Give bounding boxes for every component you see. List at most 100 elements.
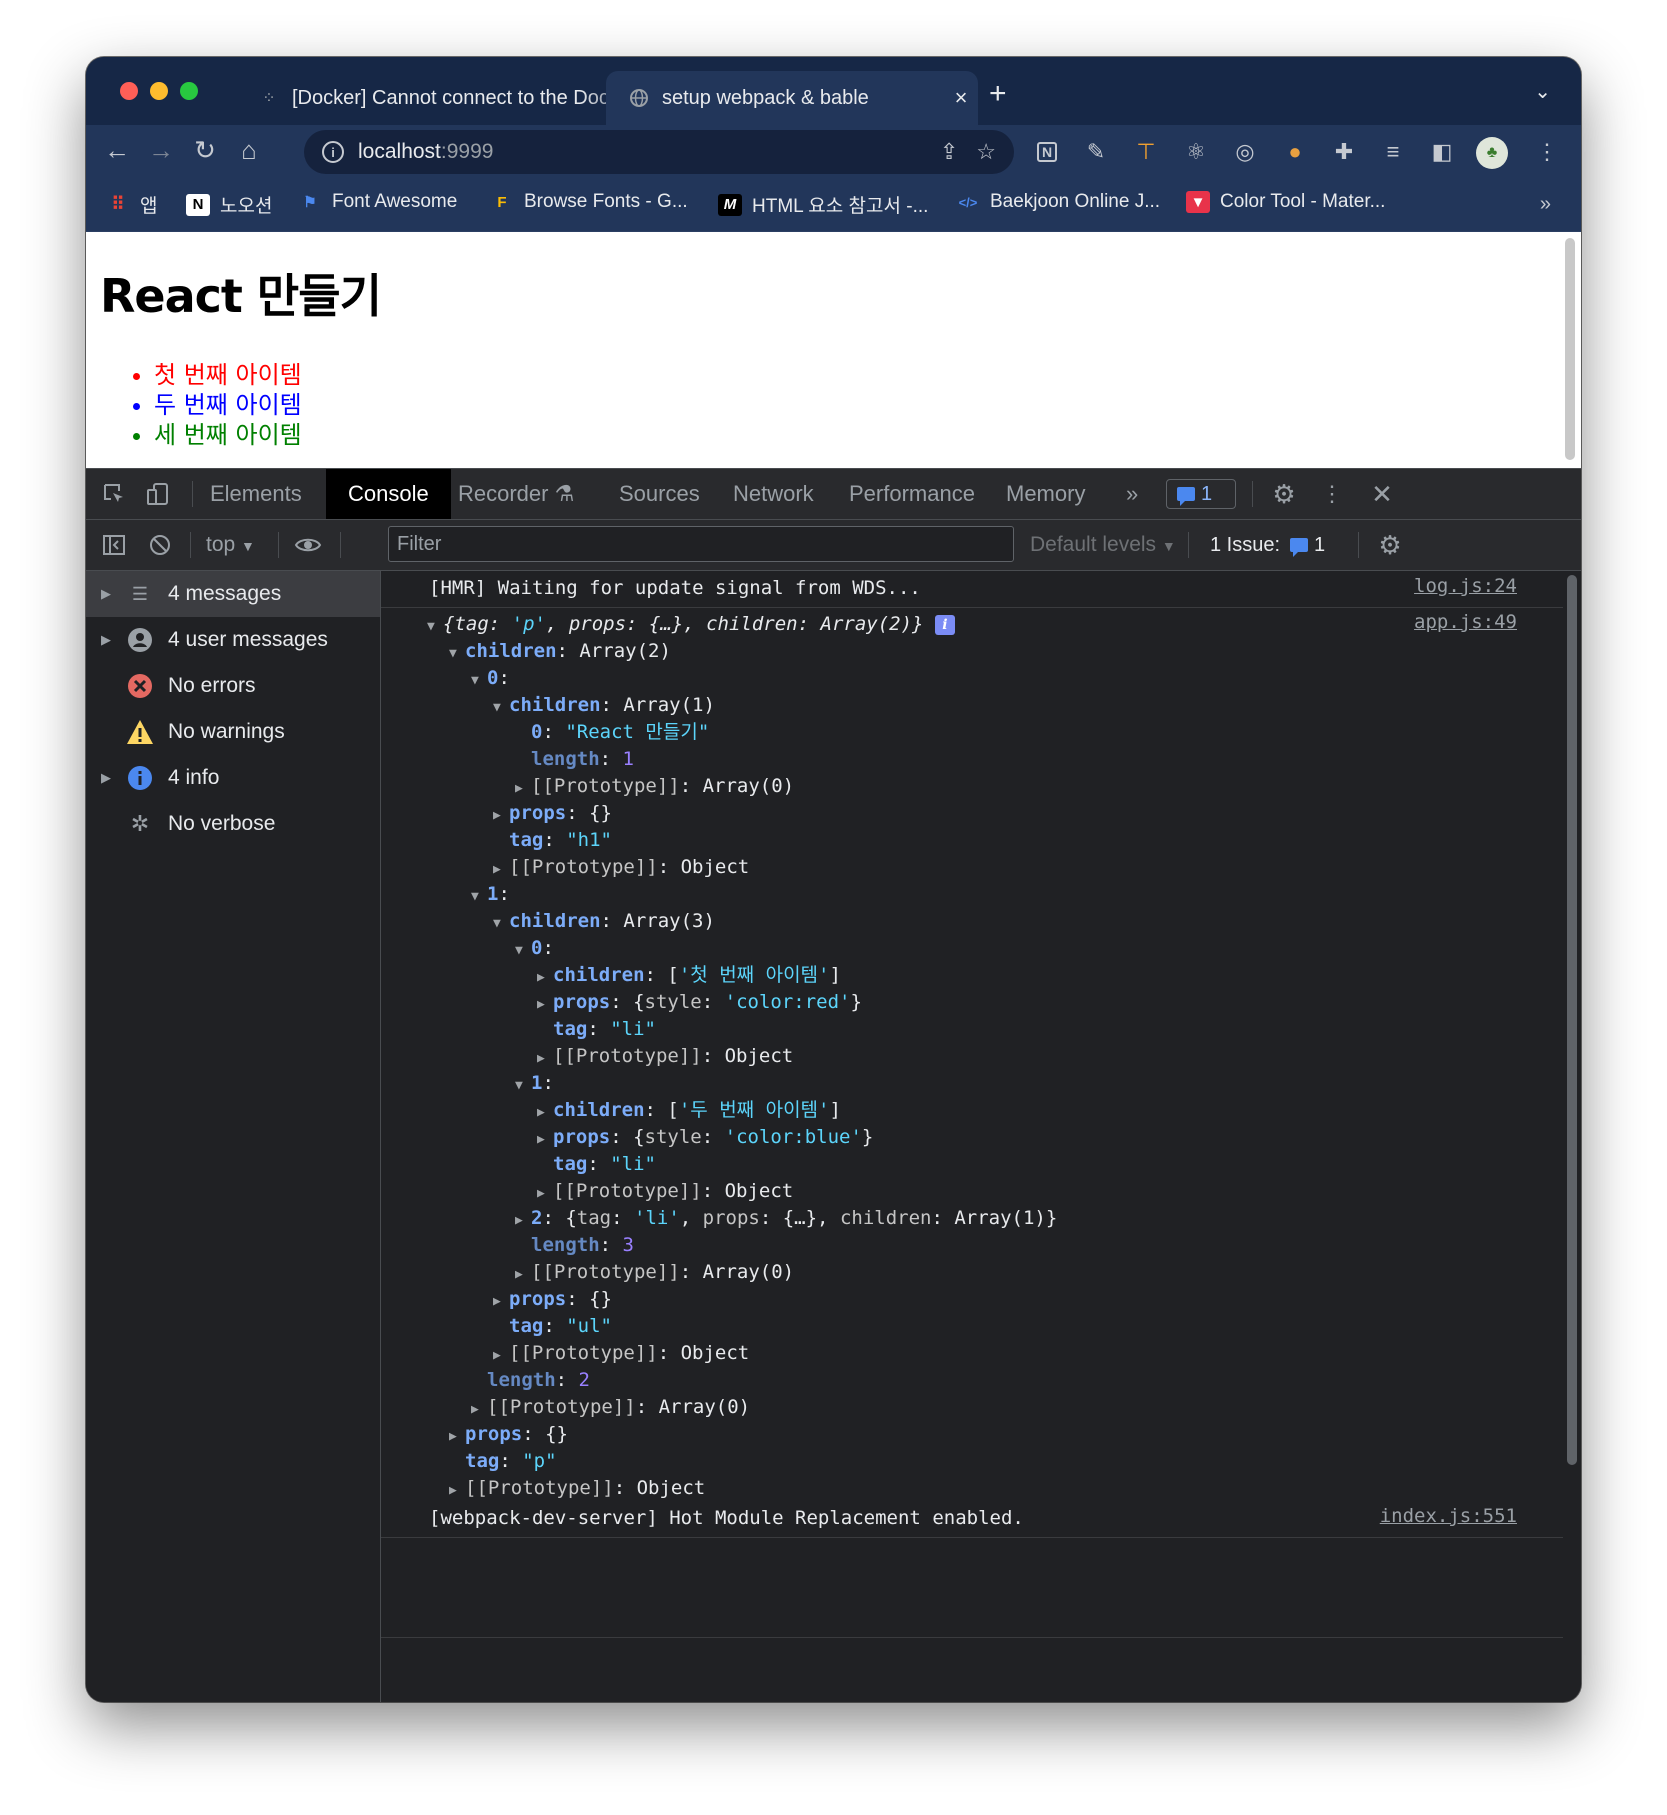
collapse-arrow-icon[interactable]: ▼ (471, 667, 487, 694)
sidebar-item-errors[interactable]: No errors (86, 663, 380, 709)
console-filter-input[interactable]: Filter (388, 526, 1014, 562)
tab-performance[interactable]: Performance (849, 469, 975, 519)
tab-elements[interactable]: Elements (210, 469, 302, 519)
tree-row[interactable]: ▶ props: {style: 'color:blue'} (537, 1124, 873, 1151)
tree-row[interactable]: ▶ 2: {tag: 'li', props: {…}, children: Ar… (515, 1205, 1057, 1232)
home-icon[interactable]: ⌂ (232, 135, 266, 166)
profile-avatar[interactable]: ♣ (1476, 137, 1508, 169)
tree-row[interactable]: ▶ props: {} (493, 800, 612, 827)
close-tab-icon[interactable]: × (944, 85, 978, 111)
inspect-element-icon[interactable] (98, 479, 130, 509)
tree-row[interactable]: ▼ children: Array(2) (449, 638, 671, 665)
console-settings-gear-icon[interactable]: ⚙ (1374, 530, 1406, 560)
close-devtools-icon[interactable]: ✕ (1366, 479, 1398, 509)
new-tab-button[interactable]: + (989, 77, 1007, 111)
zoom-window-button[interactable] (180, 82, 198, 100)
browser-menu-icon[interactable]: ⋮ (1530, 137, 1564, 167)
expand-arrow-icon[interactable]: ▶ (493, 856, 509, 883)
notion-extension-icon[interactable]: N (1030, 137, 1064, 167)
expand-arrow-icon[interactable]: ▶ (86, 770, 126, 786)
source-link[interactable]: log.js:24 (1414, 575, 1517, 597)
side-panel-icon[interactable]: ◧ (1425, 137, 1459, 167)
expand-arrow-icon[interactable]: ▶ (449, 1423, 465, 1450)
expand-arrow-icon[interactable]: ▶ (86, 632, 126, 648)
collapse-arrow-icon[interactable]: ▼ (515, 937, 531, 964)
bookmark-apps[interactable]: ⠿ 앱 (106, 191, 157, 218)
collapse-arrow-icon[interactable]: ▼ (515, 1072, 531, 1099)
more-bookmarks-icon[interactable]: » (1540, 193, 1551, 216)
sidebar-item-verbose[interactable]: ✲ No verbose (86, 801, 380, 847)
device-toolbar-icon[interactable] (142, 479, 174, 509)
tab-setup-webpack[interactable]: setup webpack & bable × (606, 71, 978, 125)
sidebar-item-info[interactable]: ▶ 4 info (86, 755, 380, 801)
source-link[interactable]: index.js:551 (1380, 1505, 1517, 1527)
tab-console[interactable]: Console (326, 469, 451, 519)
extensions-puzzle-icon[interactable]: ✚ (1327, 137, 1361, 167)
clear-console-icon[interactable] (144, 530, 176, 560)
issues-badge[interactable]: 1 (1166, 479, 1236, 509)
collapse-arrow-icon[interactable]: ▼ (471, 883, 487, 910)
tree-row[interactable]: ▼ 0: (515, 935, 554, 962)
tree-row[interactable]: ▼ 1: (515, 1070, 554, 1097)
react-devtools-icon[interactable]: ⚛ (1179, 137, 1213, 167)
tree-row[interactable]: ▶ [[Prototype]]: Object (537, 1178, 793, 1205)
info-badge-icon[interactable]: i (934, 614, 955, 635)
sidebar-item-messages[interactable]: ▶ ☰ 4 messages (86, 571, 380, 617)
tree-row[interactable]: ▼ 0: (471, 665, 510, 692)
more-tabs-icon[interactable]: » (1126, 469, 1138, 519)
bookmark-mdn[interactable]: M HTML 요소 참고서 -... (718, 191, 928, 218)
source-link[interactable]: app.js:49 (1414, 611, 1517, 633)
tree-row[interactable]: ▶ [[Prototype]]: Object (537, 1043, 793, 1070)
bookmark-notion[interactable]: N 노오션 (186, 191, 272, 218)
bookmark-font-awesome[interactable]: ⚑ Font Awesome (298, 191, 457, 213)
console-message[interactable]: [HMR] Waiting for update signal from WDS… (381, 571, 1563, 608)
tab-recorder[interactable]: Recorder ⚗ (458, 469, 574, 519)
collapse-arrow-icon[interactable]: ▼ (427, 613, 443, 640)
pen-extension-icon[interactable]: ✎ (1079, 137, 1113, 167)
sidebar-toggle-icon[interactable] (98, 530, 130, 560)
expand-arrow-icon[interactable]: ▶ (449, 1477, 465, 1504)
tree-row[interactable]: ▼ children: Array(3) (493, 908, 715, 935)
minimize-window-button[interactable] (150, 82, 168, 100)
expand-arrow-icon[interactable]: ▶ (537, 1180, 553, 1207)
back-icon[interactable]: ← (100, 135, 134, 166)
collapse-arrow-icon[interactable]: ▼ (493, 694, 509, 721)
expand-arrow-icon[interactable]: ▶ (537, 1126, 553, 1153)
expand-arrow-icon[interactable]: ▶ (515, 775, 531, 802)
expand-arrow-icon[interactable]: ▶ (537, 1045, 553, 1072)
expand-arrow-icon[interactable]: ▶ (537, 1099, 553, 1126)
tree-row[interactable]: ▶ [[Prototype]]: Array(0) (515, 773, 794, 800)
tree-row[interactable]: ▶ [[Prototype]]: Array(0) (471, 1394, 750, 1421)
console-message-object[interactable]: app.js:49 ▼ {tag: 'p', props: {…}, childr… (381, 607, 1563, 1638)
page-scrollbar[interactable] (1565, 238, 1575, 460)
sidebar-item-user-messages[interactable]: ▶ 4 user messages (86, 617, 380, 663)
tree-row[interactable]: ▶ props: {} (493, 1286, 612, 1313)
tab-memory[interactable]: Memory (1006, 469, 1085, 519)
hammer-extension-icon[interactable]: ⊤ (1129, 137, 1163, 167)
tree-row[interactable]: ▼ children: Array(1) (493, 692, 715, 719)
issues-button[interactable]: 1 Issue: 1 (1200, 530, 1350, 560)
console-message[interactable]: [webpack-dev-server] Hot Module Replacem… (381, 1501, 1563, 1538)
tree-row[interactable]: ▶ [[Prototype]]: Object (493, 1340, 749, 1367)
expand-arrow-icon[interactable]: ▶ (493, 1342, 509, 1369)
bookmark-google-fonts[interactable]: F Browse Fonts - G... (490, 191, 687, 213)
tree-row[interactable]: ▶ children: ['두 번째 아이템'] (537, 1097, 841, 1124)
target-extension-icon[interactable]: ◎ (1228, 137, 1262, 167)
sidebar-item-warnings[interactable]: No warnings (86, 709, 380, 755)
log-levels-dropdown[interactable]: Default levels ▼ (1030, 520, 1176, 570)
expand-arrow-icon[interactable]: ▶ (537, 964, 553, 991)
cookie-extension-icon[interactable]: ● (1278, 137, 1312, 167)
tree-row[interactable]: ▶ props: {style: 'color:red'} (537, 989, 862, 1016)
bookmark-baekjoon[interactable]: </> Baekjoon Online J... (956, 191, 1160, 213)
collapse-arrow-icon[interactable]: ▼ (449, 640, 465, 667)
settings-gear-icon[interactable]: ⚙ (1268, 479, 1300, 509)
reading-list-icon[interactable]: ≡ (1376, 137, 1410, 167)
tab-search-icon[interactable]: ⌄ (1534, 79, 1551, 104)
expand-arrow-icon[interactable]: ▶ (493, 1288, 509, 1315)
expand-arrow-icon[interactable]: ▶ (86, 586, 126, 602)
expand-arrow-icon[interactable]: ▶ (471, 1396, 487, 1423)
share-icon[interactable]: ⇪ (940, 139, 958, 165)
close-window-button[interactable] (120, 82, 138, 100)
tree-row[interactable]: ▶ [[Prototype]]: Array(0) (515, 1259, 794, 1286)
tree-row[interactable]: ▼ 1: (471, 881, 510, 908)
